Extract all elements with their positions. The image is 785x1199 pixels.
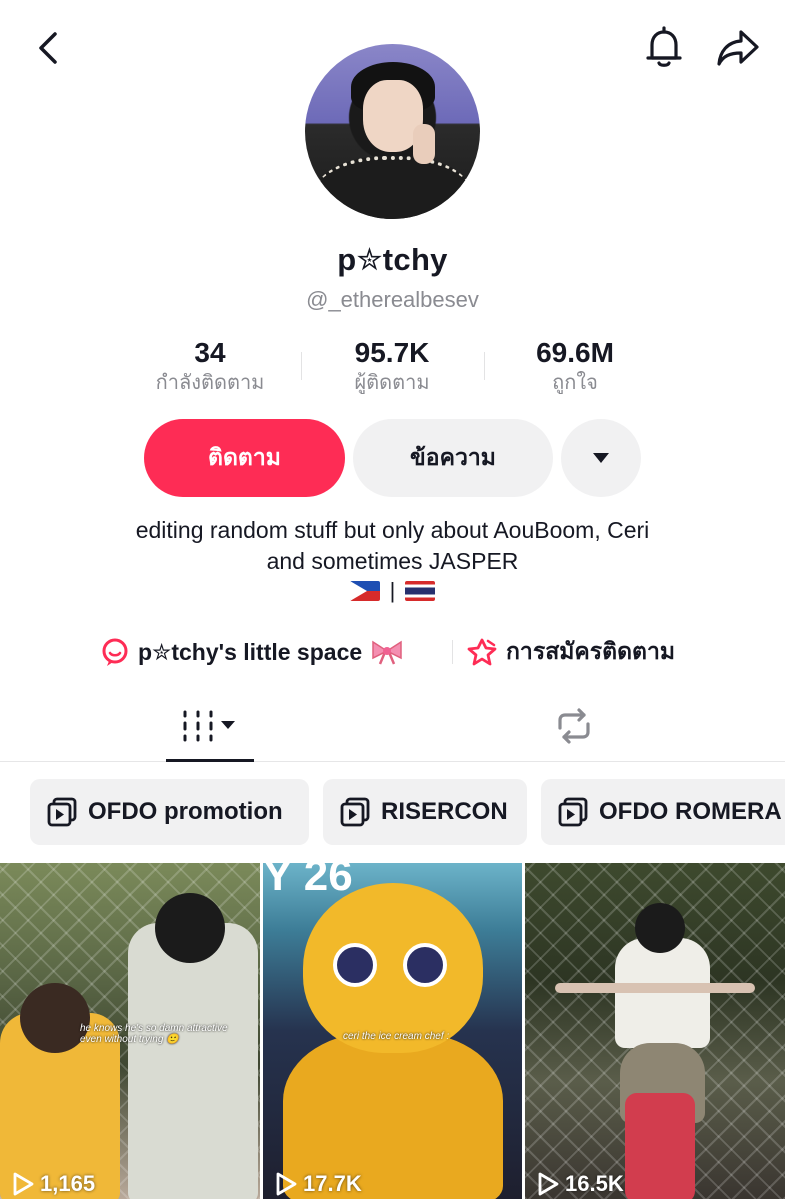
- notification-bell-button[interactable]: [638, 22, 690, 74]
- profile-bio: editing random stuff but only about AouB…: [0, 515, 785, 577]
- bio-line-2: and sometimes JASPER: [266, 548, 519, 574]
- avatar-jacket: [313, 156, 473, 219]
- thumbnail-person-head: [635, 903, 685, 953]
- play-icon: [13, 1172, 34, 1196]
- video-thumbnail[interactable]: he knows he's so damn attractive even wi…: [0, 863, 260, 1199]
- subscription-label: การสมัครติดตาม: [506, 638, 676, 664]
- avatar-hand: [413, 124, 435, 164]
- little-space-label: p✮tchy's little space: [138, 638, 363, 665]
- profile-tabs: [0, 690, 785, 762]
- view-count-value: 16.5K: [565, 1171, 624, 1196]
- mascot-eye: [333, 943, 377, 987]
- thumbnail-phone: [625, 1093, 695, 1199]
- profile-links: p✮tchy's little space การสมัครติดตาม: [0, 632, 785, 672]
- thumbnail-person-arms: [555, 983, 755, 993]
- stat-divider: [301, 352, 302, 380]
- share-arrow-icon: [717, 30, 759, 66]
- back-button[interactable]: [22, 22, 74, 74]
- video-thumbnail[interactable]: Y 26 ceri the ice cream chef : 17.7K: [263, 863, 522, 1199]
- chevron-left-icon: [39, 32, 57, 64]
- philippines-flag-icon: [349, 581, 380, 601]
- video-caption: ceri the ice cream chef :: [343, 1031, 450, 1042]
- thumbnail-overlay-text: Y 26: [263, 863, 353, 900]
- subscription-star-icon: [467, 638, 497, 666]
- following-count: 34: [194, 337, 226, 368]
- playlist-label: OFDO promotion: [88, 798, 283, 825]
- share-button[interactable]: [710, 20, 766, 76]
- more-options-button[interactable]: [561, 419, 641, 497]
- subscription-link[interactable]: การสมัครติดตาม: [466, 632, 675, 672]
- links-divider: [452, 640, 453, 664]
- video-caption: he knows he's so damn attractive even wi…: [80, 1023, 228, 1045]
- bio-line-1: editing random stuff but only about AouB…: [135, 517, 650, 543]
- playlist-chip[interactable]: OFDO promotion: [30, 779, 309, 845]
- ribbon-bow-icon: [372, 640, 402, 665]
- playlist-icon: [340, 797, 370, 827]
- view-count: 1,165: [12, 1171, 95, 1197]
- followers-count: 95.7K: [354, 337, 430, 368]
- stat-likes[interactable]: 69.6M ถูกใจ: [495, 336, 655, 396]
- bio-flags: |: [0, 578, 785, 604]
- view-count-value: 17.7K: [303, 1171, 362, 1196]
- playlist-label: RISERCON: [381, 798, 508, 825]
- playlist-chip[interactable]: OFDO ROMERA: [541, 779, 785, 845]
- caret-down-icon: [593, 453, 609, 463]
- message-button[interactable]: ข้อความ: [353, 419, 553, 497]
- follow-button[interactable]: ติดตาม: [144, 419, 345, 497]
- tab-reposts[interactable]: [530, 690, 618, 762]
- mascot-head: [303, 883, 483, 1053]
- video-grid: he knows he's so damn attractive even wi…: [0, 863, 785, 1199]
- thumbnail-person: [128, 923, 258, 1199]
- thumbnail-person: [615, 938, 710, 1048]
- stat-followers[interactable]: 95.7K ผู้ติดตาม: [312, 336, 472, 396]
- stat-divider: [484, 352, 485, 380]
- playlist-icon: [558, 797, 588, 827]
- profile-stats: 34 กำลังติดตาม 95.7K ผู้ติดตาม 69.6M ถูก…: [0, 336, 785, 398]
- thailand-flag-icon: [405, 581, 436, 601]
- bell-icon: [646, 26, 682, 67]
- little-space-link[interactable]: p✮tchy's little space: [100, 632, 404, 672]
- playlist-chip[interactable]: RISERCON: [323, 779, 527, 845]
- view-count: 16.5K: [537, 1171, 624, 1197]
- likes-label: ถูกใจ: [552, 372, 598, 394]
- display-name: p✮tchy: [337, 242, 448, 277]
- playlist-label: OFDO ROMERA: [599, 798, 782, 825]
- username-handle: @_etherealbesev: [306, 287, 479, 312]
- thumbnail-person-head: [155, 893, 225, 963]
- tab-videos[interactable]: [166, 690, 254, 762]
- mascot-eye: [403, 943, 447, 987]
- active-tab-indicator: [166, 759, 254, 762]
- bio-separator: |: [389, 578, 396, 603]
- following-label: กำลังติดตาม: [155, 372, 265, 394]
- followers-label: ผู้ติดตาม: [354, 372, 430, 394]
- chat-bubble-icon: [102, 638, 128, 666]
- repost-icon: [558, 708, 590, 744]
- profile-avatar[interactable]: [305, 44, 480, 219]
- play-icon: [538, 1172, 559, 1196]
- play-icon: [276, 1172, 297, 1196]
- likes-count: 69.6M: [536, 337, 614, 368]
- playlist-icon: [47, 797, 77, 827]
- stat-following[interactable]: 34 กำลังติดตาม: [130, 336, 290, 396]
- view-count-value: 1,165: [40, 1171, 96, 1196]
- playlist-row: OFDO promotion RISERCON OFDO ROMERA: [0, 779, 785, 847]
- view-count: 17.7K: [275, 1171, 362, 1197]
- video-thumbnail[interactable]: 16.5K: [525, 863, 785, 1199]
- grid-icon: [183, 710, 235, 742]
